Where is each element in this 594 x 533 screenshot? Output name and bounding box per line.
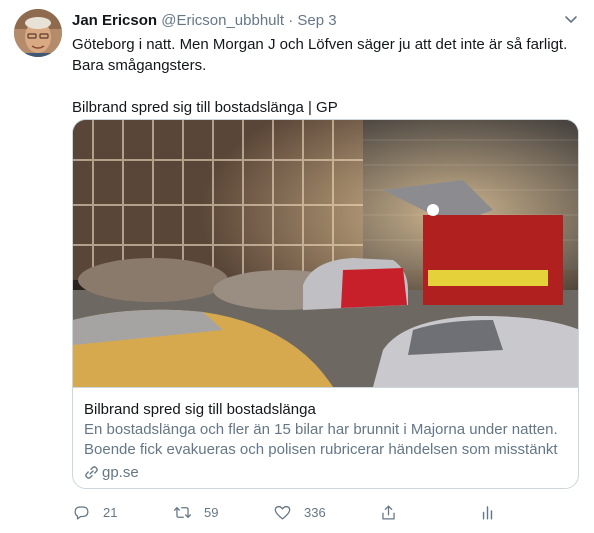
- avatar-image: [14, 9, 62, 57]
- chevron-down-icon[interactable]: [562, 10, 580, 28]
- card-image: [73, 120, 578, 387]
- like-count: 336: [304, 504, 326, 520]
- link-card[interactable]: Bilbrand spred sig till bostadslänga En …: [72, 119, 579, 489]
- tweet-text-line: Bara smågangsters.: [72, 57, 207, 74]
- retweet-count: 59: [204, 504, 219, 520]
- tweet-text-line: Göteborg i natt. Men Morgan J och Löfven…: [72, 36, 568, 53]
- tweet-date[interactable]: Sep 3: [297, 12, 336, 29]
- share-icon: [382, 505, 395, 519]
- reply-icon: [74, 505, 89, 519]
- action-bar: 21 59 336: [72, 500, 512, 524]
- tweet-text: Göteborg i natt. Men Morgan J och Löfven…: [72, 34, 580, 118]
- share-button[interactable]: [379, 500, 398, 524]
- author-name[interactable]: Jan Ericson: [72, 12, 157, 29]
- like-button[interactable]: 336: [273, 500, 326, 524]
- tweet[interactable]: Jan Ericson @Ericson_ubbhult · Sep 3 Göt…: [0, 0, 594, 533]
- retweet-icon: [173, 506, 192, 518]
- analytics-icon: [482, 505, 493, 520]
- card-body: Bilbrand spred sig till bostadslänga En …: [73, 387, 578, 488]
- tweet-text-line: Bilbrand spred sig till bostadslänga | G…: [72, 99, 338, 116]
- reply-count: 21: [103, 504, 118, 520]
- author-handle[interactable]: @Ericson_ubbhult: [161, 12, 284, 29]
- tweet-header: Jan Ericson @Ericson_ubbhult · Sep 3: [72, 11, 337, 31]
- analytics-button[interactable]: [478, 500, 497, 524]
- retweet-button[interactable]: 59: [173, 500, 218, 524]
- separator-dot: ·: [288, 12, 294, 29]
- card-title: Bilbrand spred sig till bostadslänga: [84, 401, 316, 418]
- card-domain: gp.se: [84, 463, 568, 482]
- reply-button[interactable]: 21: [72, 500, 117, 524]
- card-domain-label: gp.se: [102, 464, 139, 481]
- card-description: En bostadslänga och fler än 15 bilar har…: [84, 421, 558, 458]
- heart-icon: [274, 505, 291, 519]
- link-icon: [85, 466, 98, 479]
- avatar[interactable]: [14, 9, 62, 57]
